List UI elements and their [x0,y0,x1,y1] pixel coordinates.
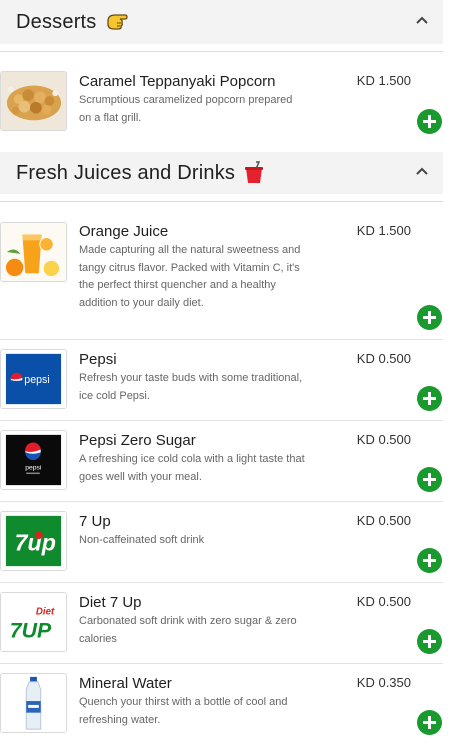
item-name: Caramel Teppanyaki Popcorn [79,73,276,90]
item-name: Orange Juice [79,223,169,240]
item-name: Pepsi Zero Sugar [79,432,196,449]
menu-item-mineral-water[interactable]: Mineral Water Quench your thirst with a … [0,664,443,747]
popcorn-image [0,71,67,131]
menu-item-orange-juice[interactable]: Orange Juice Made capturing all the natu… [0,201,443,339]
7up-logo-text: 7up [15,530,56,556]
menu-item-7up[interactable]: 7up 7 Up Non-caffeinated soft drink KD 0… [0,502,443,582]
pepsi-zero-logo-text: pepsi [25,465,42,472]
pepsi-logo: pepsi [0,349,67,409]
7up-logo-text: 7UP [10,618,52,642]
drink-cup-icon [243,161,265,185]
section-title: Desserts [16,10,97,33]
menu-item-pepsi[interactable]: pepsi Pepsi Refresh your taste buds with… [0,340,443,420]
item-price: KD 0.500 [356,594,411,609]
item-price: KD 0.500 [356,351,411,366]
item-price: KD 1.500 [356,223,411,238]
item-price: KD 0.500 [356,513,411,528]
add-to-cart-button[interactable] [417,386,442,411]
add-to-cart-button[interactable] [417,710,442,735]
diet-logo-text: Diet [36,606,55,617]
chevron-up-icon[interactable] [415,164,429,178]
item-name: 7 Up [79,513,111,530]
add-to-cart-button[interactable] [417,109,442,134]
item-description: Scrumptious caramelized popcorn prepared… [79,94,293,124]
add-to-cart-button[interactable] [417,467,442,492]
water-bottle-image [0,673,67,733]
pepsi-logo-text: pepsi [24,374,49,386]
orange-juice-image [0,222,67,282]
menu-item-diet-7up[interactable]: Diet 7UP Diet 7 Up Carbonated soft drink… [0,583,443,663]
menu-item-pepsi-zero[interactable]: pepsi Pepsi Zero Sugar A refreshing ice … [0,421,443,501]
item-price: KD 0.500 [356,432,411,447]
pointing-hand-icon [105,11,129,33]
chevron-up-icon[interactable] [415,13,429,27]
item-price: KD 1.500 [356,73,411,88]
add-to-cart-button[interactable] [417,305,442,330]
item-description: A refreshing ice cold cola with a light … [79,453,305,483]
item-price: KD 0.350 [356,675,411,690]
section-header-drinks[interactable]: Fresh Juices and Drinks [0,152,443,194]
pepsi-zero-logo: pepsi [0,430,67,490]
add-to-cart-button[interactable] [417,629,442,654]
item-description: Non-caffeinated soft drink [79,534,205,546]
menu-item-caramel-popcorn[interactable]: Caramel Teppanyaki Popcorn Scrumptious c… [0,51,443,143]
add-to-cart-button[interactable] [417,548,442,573]
item-name: Mineral Water [79,675,172,692]
item-description: Quench your thirst with a bottle of cool… [79,696,288,726]
item-name: Diet 7 Up [79,594,142,611]
diet-7up-logo: Diet 7UP [0,592,67,652]
7up-logo: 7up [0,511,67,571]
item-description: Carbonated soft drink with zero sugar & … [79,615,297,645]
item-name: Pepsi [79,351,117,368]
section-title: Fresh Juices and Drinks [16,161,236,184]
section-header-desserts[interactable]: Desserts [0,0,443,44]
item-description: Refresh your taste buds with some tradit… [79,372,303,402]
item-description: Made capturing all the natural sweetness… [79,244,301,309]
